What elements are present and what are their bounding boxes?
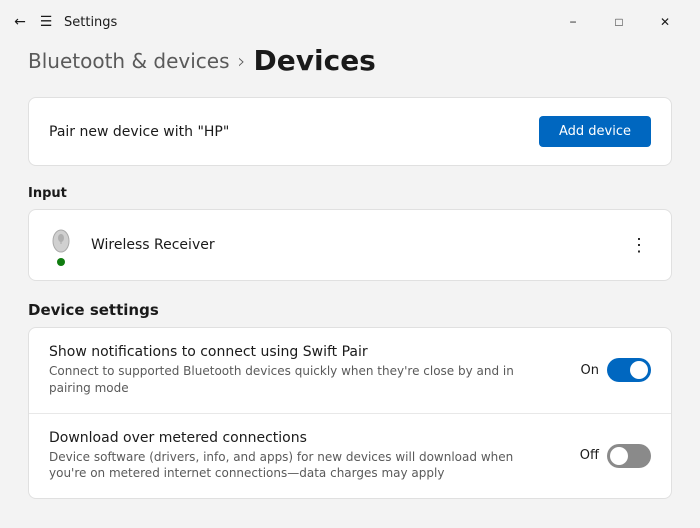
swift-pair-toggle[interactable] bbox=[607, 358, 651, 382]
device-left: Wireless Receiver bbox=[45, 224, 215, 266]
metered-connections-toggle[interactable] bbox=[607, 444, 651, 468]
title-bar: ← ☰ Settings − □ ✕ bbox=[0, 0, 700, 40]
metered-connections-text: Download over metered connections Device… bbox=[49, 430, 580, 483]
device-options-button[interactable]: ⋮ bbox=[623, 229, 655, 261]
device-card: Wireless Receiver ⋮ bbox=[28, 209, 672, 281]
menu-icon[interactable]: ☰ bbox=[38, 14, 54, 30]
metered-connections-title: Download over metered connections bbox=[49, 430, 550, 446]
metered-connections-desc: Device software (drivers, info, and apps… bbox=[49, 449, 550, 483]
device-settings-label: Device settings bbox=[28, 301, 672, 319]
metered-connections-row: Download over metered connections Device… bbox=[29, 413, 671, 499]
close-button[interactable]: ✕ bbox=[642, 6, 688, 38]
swift-pair-toggle-area: On bbox=[581, 358, 651, 382]
swift-pair-title: Show notifications to connect using Swif… bbox=[49, 344, 551, 360]
device-icon-wrap bbox=[45, 224, 77, 266]
minimize-button[interactable]: − bbox=[550, 6, 596, 38]
add-device-button[interactable]: Add device bbox=[539, 116, 651, 147]
toggle-knob-on bbox=[630, 361, 648, 379]
window-controls: − □ ✕ bbox=[550, 6, 688, 38]
window-title: Settings bbox=[64, 15, 117, 30]
swift-pair-text: Show notifications to connect using Swif… bbox=[49, 344, 581, 397]
swift-pair-row: Show notifications to connect using Swif… bbox=[29, 328, 671, 413]
input-section-label: Input bbox=[28, 186, 672, 201]
mouse-icon bbox=[45, 224, 77, 256]
add-device-text: Pair new device with "HP" bbox=[49, 124, 229, 140]
toggle-knob-off bbox=[610, 447, 628, 465]
device-status-dot bbox=[57, 258, 65, 266]
breadcrumb: Bluetooth & devices › Devices bbox=[28, 44, 672, 77]
main-content: Bluetooth & devices › Devices Pair new d… bbox=[0, 44, 700, 499]
breadcrumb-separator: › bbox=[238, 49, 246, 73]
page-title: Devices bbox=[254, 44, 376, 77]
metered-connections-toggle-label: Off bbox=[580, 448, 599, 463]
swift-pair-toggle-label: On bbox=[581, 363, 599, 378]
maximize-button[interactable]: □ bbox=[596, 6, 642, 38]
device-name: Wireless Receiver bbox=[91, 237, 215, 253]
breadcrumb-parent[interactable]: Bluetooth & devices bbox=[28, 49, 230, 73]
back-button[interactable]: ← bbox=[12, 14, 28, 30]
swift-pair-desc: Connect to supported Bluetooth devices q… bbox=[49, 363, 551, 397]
metered-connections-toggle-area: Off bbox=[580, 444, 651, 468]
title-bar-left: ← ☰ Settings bbox=[12, 14, 117, 30]
add-device-card: Pair new device with "HP" Add device bbox=[28, 97, 672, 166]
device-settings-card: Show notifications to connect using Swif… bbox=[28, 327, 672, 499]
